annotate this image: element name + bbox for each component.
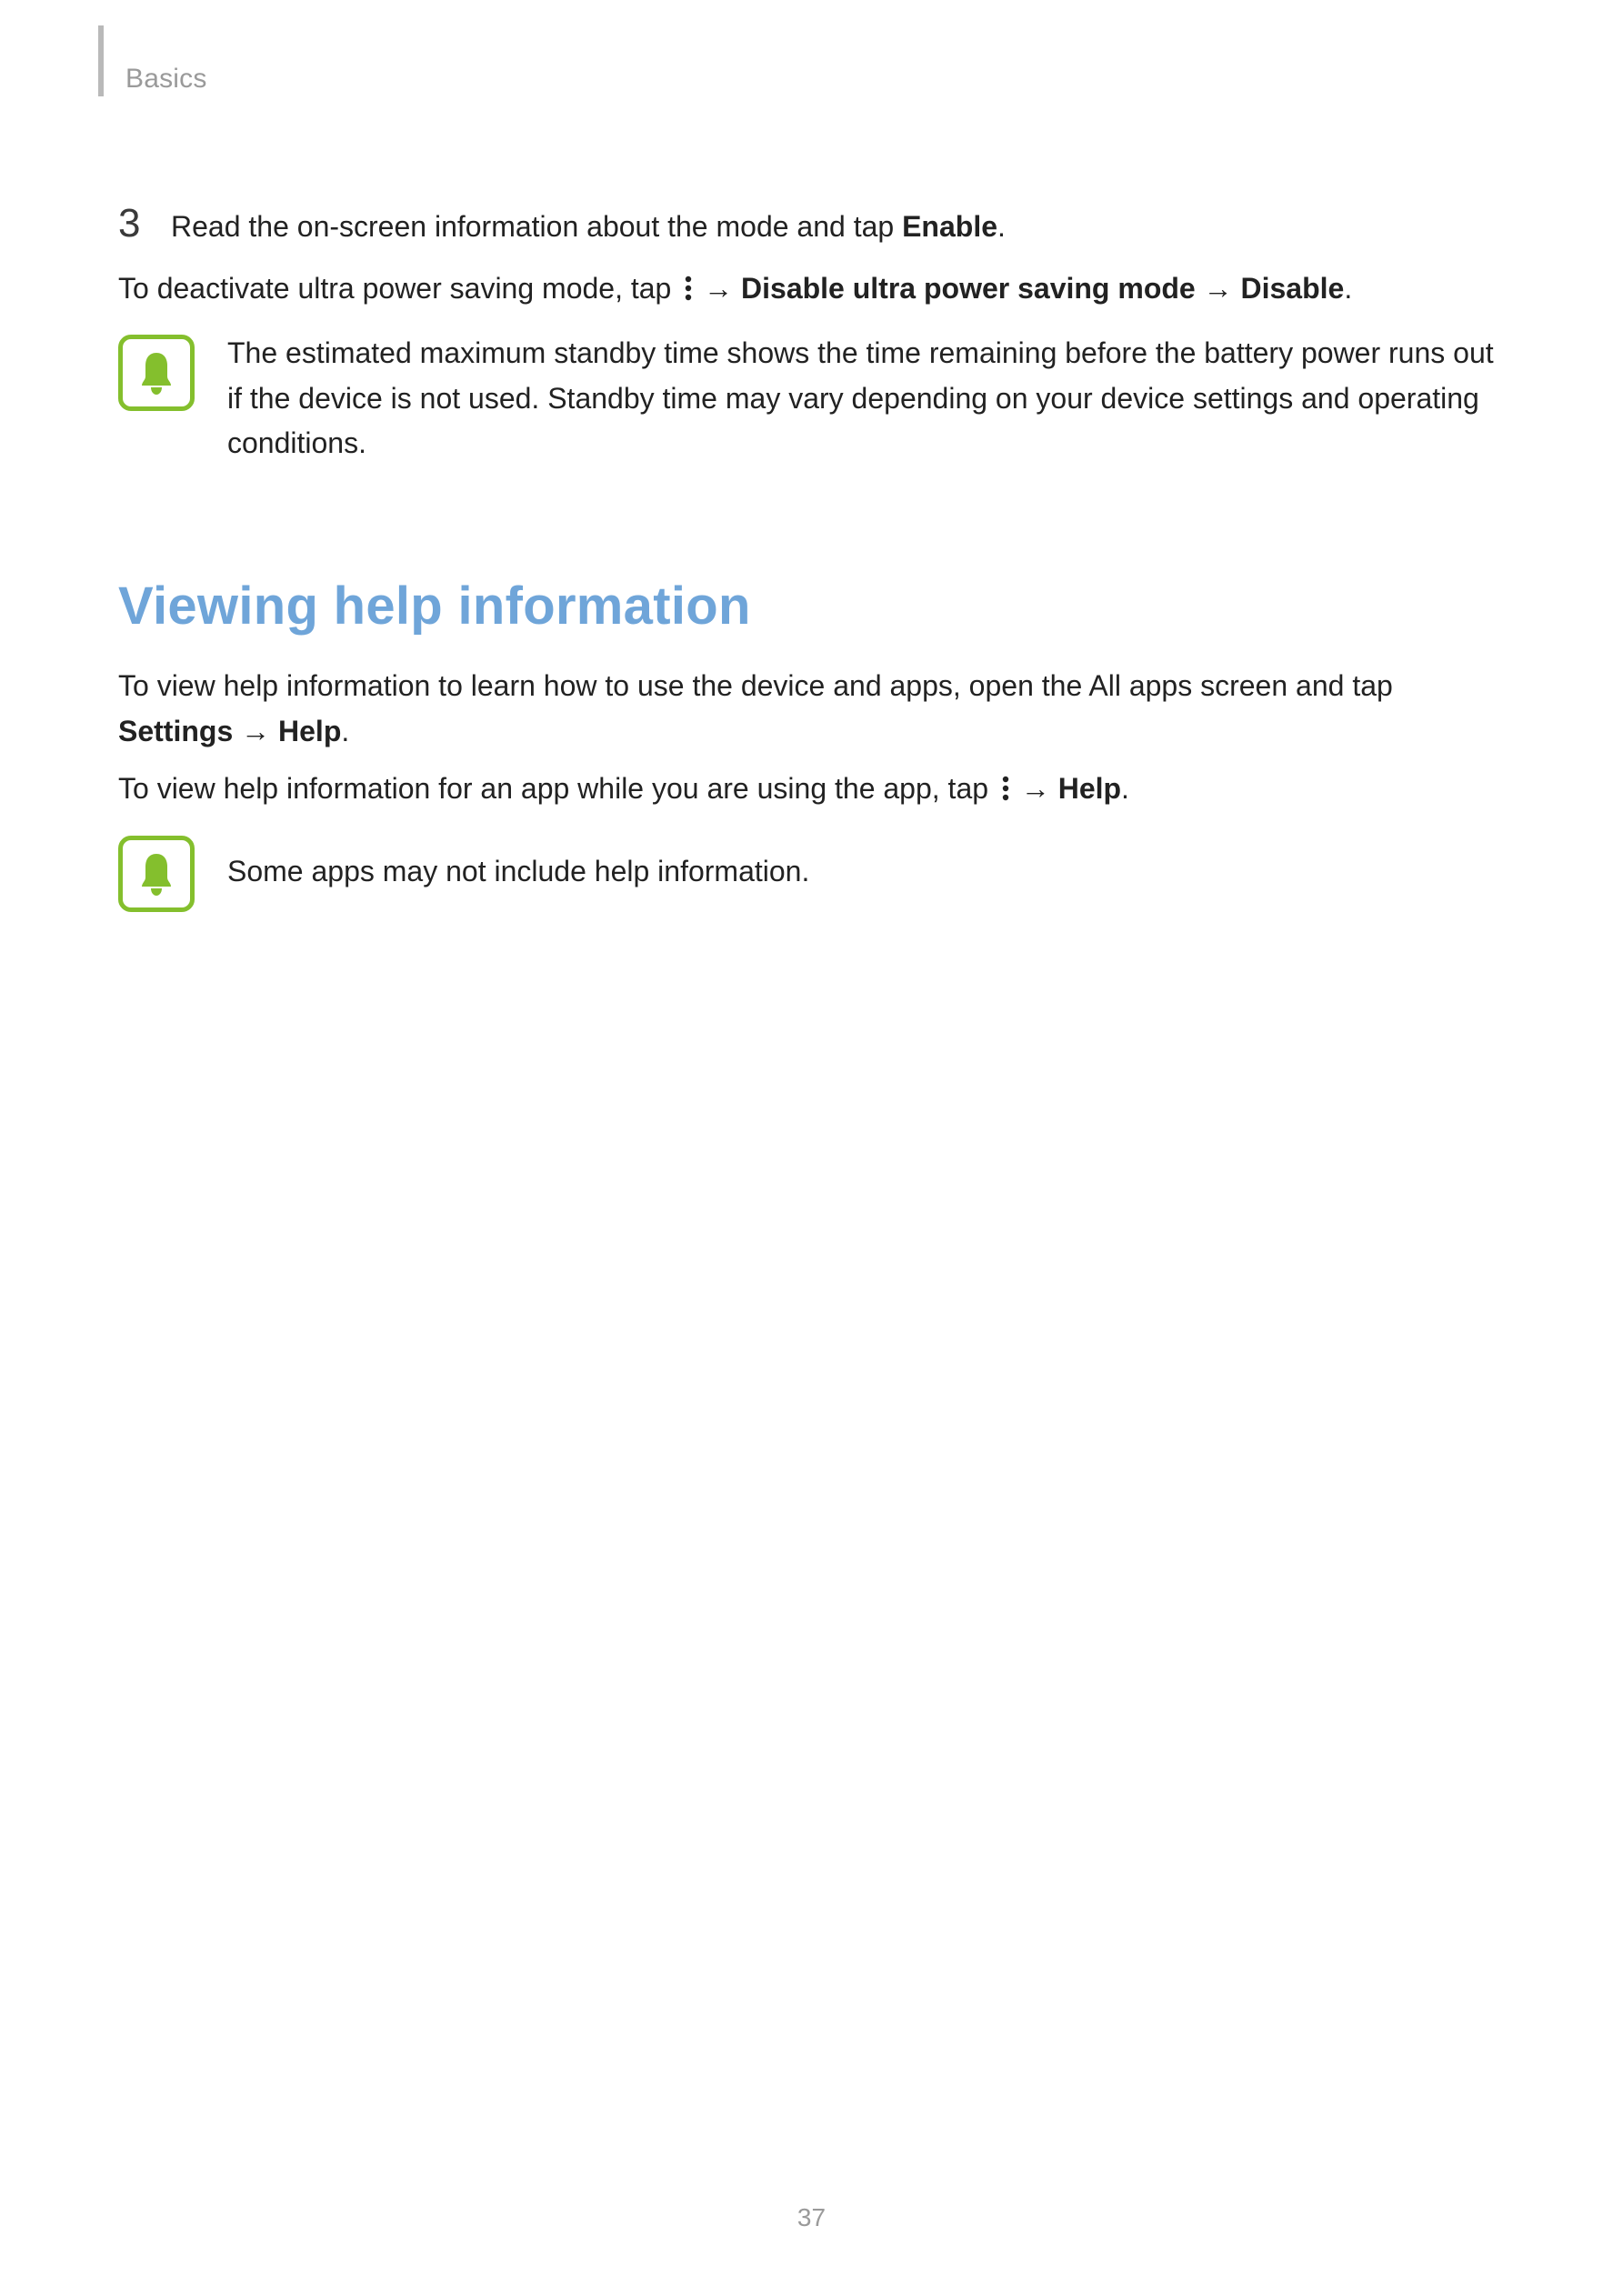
help-paragraph-1: To view help information to learn how to… [118, 664, 1509, 754]
more-options-icon [685, 276, 692, 301]
deactivate-suffix: . [1344, 272, 1352, 305]
section-title: Viewing help information [118, 576, 1509, 637]
note-1-text: The estimated maximum standby time shows… [227, 331, 1509, 466]
step3-prefix: Read the on-screen information about the… [171, 210, 902, 243]
note-1: The estimated maximum standby time shows… [118, 331, 1509, 466]
deactivate-arrow1: → [704, 272, 741, 305]
help1-bold2: Help [278, 715, 341, 747]
step-3-row: 3 Read the on-screen information about t… [118, 204, 1509, 250]
help2-suffix: . [1121, 772, 1129, 805]
help2-arrow: → [1021, 772, 1058, 805]
deactivate-paragraph: To deactivate ultra power saving mode, t… [118, 266, 1509, 312]
deactivate-prefix: To deactivate ultra power saving mode, t… [118, 272, 679, 305]
help1-prefix: To view help information to learn how to… [118, 669, 1393, 702]
step-3-text: Read the on-screen information about the… [171, 205, 1006, 250]
step3-suffix: . [997, 210, 1006, 243]
deactivate-arrow2: → [1196, 272, 1241, 305]
note-2-text: Some apps may not include help informati… [227, 849, 809, 895]
step-number: 3 [118, 204, 147, 244]
help-paragraph-2: To view help information for an app whil… [118, 767, 1509, 812]
step3-bold: Enable [902, 210, 997, 243]
help1-arrow: → [233, 715, 278, 747]
help2-bold: Help [1058, 772, 1121, 805]
more-options-icon [1002, 776, 1009, 801]
help2-prefix: To view help information for an app whil… [118, 772, 997, 805]
page-number: 37 [0, 2203, 1623, 2232]
deactivate-bold2: Disable [1240, 272, 1344, 305]
deactivate-bold1: Disable ultra power saving mode [741, 272, 1196, 305]
page-content: Basics 3 Read the on-screen information … [0, 0, 1623, 912]
note-2: Some apps may not include help informati… [118, 832, 1509, 912]
notification-bell-icon [118, 836, 195, 912]
help1-bold1: Settings [118, 715, 233, 747]
header-divider [98, 25, 104, 96]
chapter-label: Basics [125, 64, 1509, 95]
notification-bell-icon [118, 335, 195, 411]
help1-suffix: . [341, 715, 349, 747]
